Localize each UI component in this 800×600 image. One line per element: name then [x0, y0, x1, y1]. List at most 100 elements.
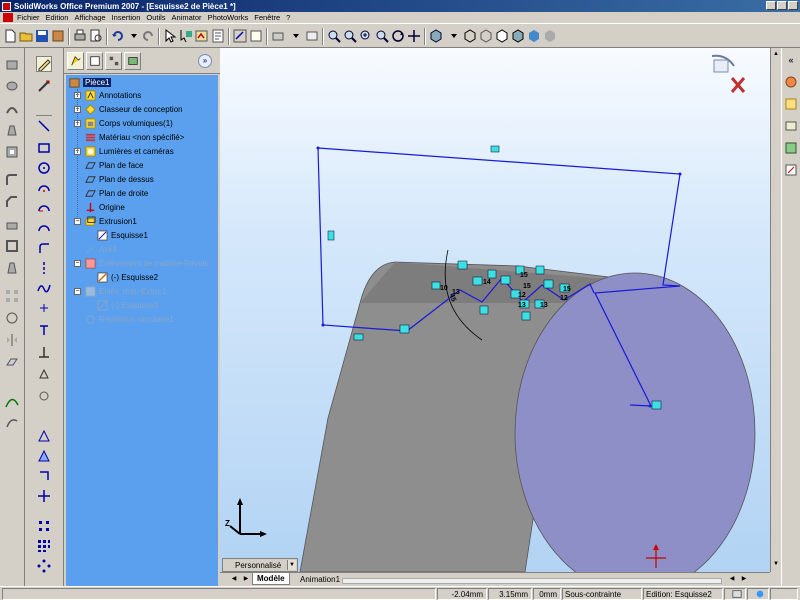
shell-icon[interactable]: [4, 238, 20, 254]
pan-icon[interactable]: [406, 28, 422, 44]
rotate-view-icon[interactable]: [390, 28, 406, 44]
curves-icon[interactable]: [4, 394, 20, 410]
print-icon[interactable]: [72, 28, 88, 44]
menu-insertion[interactable]: Insertion: [109, 13, 144, 22]
dimension-label[interactable]: 15: [563, 286, 571, 293]
vertical-relation-marker[interactable]: [327, 230, 335, 241]
sweep-icon[interactable]: [4, 100, 20, 116]
menu-edition[interactable]: Edition: [43, 13, 72, 22]
sketch-text-icon[interactable]: [36, 322, 52, 338]
reference-geometry-icon[interactable]: [4, 354, 20, 370]
linear-sketch-pattern-icon[interactable]: [36, 518, 52, 534]
solidworks-resources-icon[interactable]: [783, 74, 799, 90]
tree-item-root[interactable]: Pièce1: [68, 76, 112, 89]
menu-fichier[interactable]: Fichier: [14, 13, 43, 22]
tree-item-extrude-cut[interactable]: Enlèv. mat.-Extru.1: [84, 285, 166, 298]
open-folder-icon[interactable]: [18, 28, 34, 44]
extrude-cut-icon[interactable]: [4, 144, 20, 160]
menu-affichage[interactable]: Affichage: [71, 13, 108, 22]
tree-item-esquisse3[interactable]: (-) Esquisse3: [96, 299, 158, 312]
rebuild-icon[interactable]: [194, 28, 210, 44]
options-icon[interactable]: [50, 28, 66, 44]
perpendicular-relation-marker[interactable]: [521, 311, 531, 321]
tab-scroll-left-icon[interactable]: ◀: [228, 573, 240, 585]
appearances-icon[interactable]: [783, 162, 799, 178]
extrude-boss-icon[interactable]: [4, 56, 20, 72]
move-entities-icon[interactable]: [36, 488, 52, 504]
redo-icon[interactable]: [140, 28, 156, 44]
coincident-relation-marker[interactable]: [500, 275, 511, 285]
collapse-extrusion1[interactable]: −: [74, 218, 81, 225]
grid-pattern-icon[interactable]: [36, 538, 52, 554]
tangent-arc-icon[interactable]: [36, 200, 52, 216]
tree-item-material[interactable]: Matériau <non spécifié>: [84, 131, 184, 144]
view-orientation-dropdown[interactable]: Personnalisé ▼: [222, 558, 298, 572]
layer-dropdown-icon[interactable]: [288, 28, 304, 44]
zoom-in-out-icon[interactable]: [358, 28, 374, 44]
tree-item-esquisse1[interactable]: Esquisse1: [96, 229, 148, 242]
save-icon[interactable]: [34, 28, 50, 44]
expand-panel-icon[interactable]: »: [198, 54, 212, 68]
maximize-button[interactable]: [777, 1, 787, 10]
centerline-icon[interactable]: [36, 260, 52, 276]
tree-item-axe1[interactable]: Axe1: [84, 243, 117, 256]
mirror-entities-icon[interactable]: [36, 468, 52, 484]
shadows-icon[interactable]: [542, 28, 558, 44]
solidworks-app-icon[interactable]: [2, 1, 11, 11]
circular-sketch-pattern-icon[interactable]: [36, 558, 52, 574]
shaded-with-edges-icon[interactable]: [510, 28, 526, 44]
collapse-revolve-cut[interactable]: −: [74, 260, 81, 267]
offset-icon[interactable]: [36, 448, 52, 464]
draft-icon[interactable]: [4, 260, 20, 276]
vertical-scrollbar[interactable]: ▲ ▼: [770, 48, 781, 572]
horizontal-relation-marker[interactable]: [431, 281, 441, 290]
centerpoint-arc-icon[interactable]: [36, 180, 52, 196]
undo-icon[interactable]: [110, 28, 126, 44]
loft-icon[interactable]: [4, 122, 20, 138]
select-arrow-icon[interactable]: [162, 28, 178, 44]
line-tool-icon[interactable]: [36, 118, 52, 134]
dimension-label[interactable]: 13: [518, 302, 526, 309]
view-palette-icon[interactable]: [783, 140, 799, 156]
fillet-icon[interactable]: [4, 172, 20, 188]
tab-animation1[interactable]: Animation1: [296, 573, 344, 585]
circle-tool-icon[interactable]: [36, 160, 52, 176]
wireframe-icon[interactable]: [462, 28, 478, 44]
shaded-icon[interactable]: [526, 28, 542, 44]
sketch-icon[interactable]: [232, 28, 248, 44]
tree-item-origin[interactable]: Origine: [84, 201, 125, 214]
status-rebuild-icon[interactable]: [724, 588, 746, 600]
configuration-manager-tab-icon[interactable]: [105, 52, 122, 70]
trim-icon[interactable]: [36, 428, 52, 444]
property-manager-tab-icon[interactable]: [86, 52, 103, 70]
coincident-relation-marker[interactable]: [399, 324, 410, 334]
rib-icon[interactable]: [4, 216, 20, 232]
document-menu-icon[interactable]: [3, 13, 13, 22]
tree-item-front-plane[interactable]: Plan de face: [84, 159, 143, 172]
coincident-relation-marker[interactable]: [543, 279, 554, 289]
tree-item-circular-pattern[interactable]: Répétition circulaire1: [84, 313, 174, 326]
perpendicular-relation-marker[interactable]: [479, 305, 489, 315]
dimension-label[interactable]: 15: [523, 283, 531, 290]
dimension-label[interactable]: 14: [483, 279, 491, 286]
zoom-to-fit-icon[interactable]: [326, 28, 342, 44]
horizontal-relation-marker[interactable]: [353, 333, 364, 341]
horizontal-relation-marker[interactable]: [490, 145, 500, 153]
point-icon[interactable]: [36, 300, 52, 316]
feature-tree-tab-icon[interactable]: [67, 52, 84, 70]
scroll-down-icon[interactable]: ▼: [771, 558, 781, 570]
scroll-right-icon[interactable]: ▶: [738, 573, 750, 585]
file-explorer-icon[interactable]: [783, 118, 799, 134]
file-properties-icon[interactable]: [210, 28, 226, 44]
status-help-icon[interactable]: [747, 588, 769, 600]
collapse-extrude-cut[interactable]: −: [74, 288, 81, 295]
coincident-relation-marker[interactable]: [651, 400, 662, 410]
rectangle-tool-icon[interactable]: [36, 140, 52, 156]
tree-item-right-plane[interactable]: Plan de droite: [84, 187, 148, 200]
chamfer-icon[interactable]: [4, 194, 20, 210]
display-relations-icon[interactable]: [36, 366, 52, 382]
hidden-lines-removed-icon[interactable]: [494, 28, 510, 44]
select-filter-icon[interactable]: [178, 28, 194, 44]
close-window-button[interactable]: [788, 1, 798, 10]
smart-dimension-tool-icon[interactable]: [36, 78, 52, 94]
